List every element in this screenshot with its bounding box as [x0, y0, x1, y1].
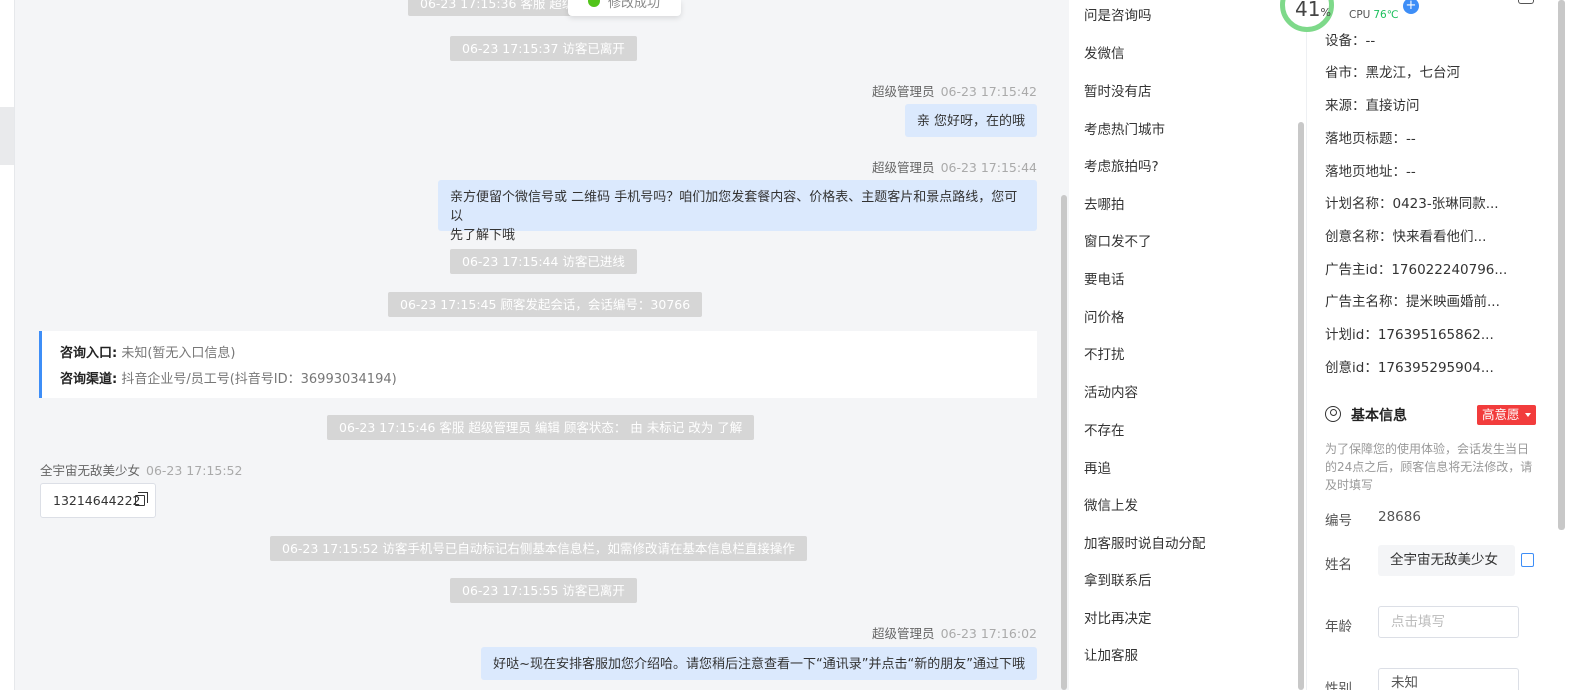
quick-reply-item[interactable]: 窗口发不了	[1084, 230, 1152, 250]
quick-reply-item[interactable]: 不打扰	[1084, 343, 1125, 363]
basic-info-note: 为了保障您的使用体验，会话发生当日的24点之后，顾客信息将无法修改，请及时填写	[1325, 442, 1533, 492]
number-label: 编号	[1325, 513, 1352, 529]
agent-message-bubble: 亲 您好呀，在的哦	[904, 104, 1037, 137]
chat-scrollbar[interactable]	[1061, 195, 1067, 690]
gender-select[interactable]: 未知	[1378, 668, 1519, 690]
gauge-percent-value: 41	[1295, 0, 1321, 21]
quick-reply-item[interactable]: 暂时没有店	[1084, 80, 1152, 100]
system-message: 06-23 17:15:37 访客已离开	[450, 36, 637, 61]
bubble-line: 先了解下哦	[450, 228, 516, 243]
name-label: 姓名	[1325, 557, 1352, 573]
quick-reply-item[interactable]: 拿到联系后	[1084, 569, 1152, 589]
info-scrollbar[interactable]	[1558, 0, 1565, 530]
sender-name: 全宇宙无敌美少女	[40, 463, 141, 478]
system-message: 06-23 17:15:52 访客手机号已自动标记右侧基本信息栏，如需修改请在基…	[270, 536, 807, 561]
intent-dropdown[interactable]: 高意愿	[1477, 405, 1536, 425]
quick-reply-item[interactable]: 不存在	[1084, 419, 1125, 439]
message-time: 06-23 17:15:42	[940, 84, 1037, 99]
success-icon	[588, 0, 600, 7]
intent-label: 高意愿	[1482, 407, 1520, 422]
sender-name: 超级管理员	[872, 626, 935, 641]
agent-meta: 超级管理员 06-23 17:15:44	[872, 157, 1037, 176]
message-time: 06-23 17:15:44	[940, 160, 1037, 175]
toast-text: 修改成功	[608, 0, 661, 11]
info-advertiser-name: 广告主名称：提米映画婚前...	[1325, 294, 1500, 310]
consult-channel-row: 咨询渠道: 抖音企业号/员工号(抖音号ID：36993034194)	[60, 367, 1019, 393]
toast: 修改成功	[568, 0, 681, 16]
info-creative-name: 创意名称：快来看看他们...	[1325, 229, 1487, 245]
info-landing-title: 落地页标题：--	[1325, 131, 1416, 147]
message-time: 06-23 17:15:52	[146, 463, 243, 478]
age-label: 年龄	[1325, 619, 1352, 635]
bubble-line: 亲方便留个微信号或 二维码 手机号吗？咱们加您发套餐内容、价格表、主题客片和景点…	[450, 190, 1018, 224]
quick-reply-item[interactable]: 要电话	[1084, 268, 1125, 288]
agent-meta: 超级管理员 06-23 17:15:42	[872, 81, 1037, 100]
info-creative-id: 创意id：176395295904...	[1325, 360, 1494, 376]
system-message: 06-23 17:15:44 访客已进线	[450, 249, 637, 274]
consult-channel-label: 咨询渠道:	[60, 372, 118, 387]
phone-number: 13214644222	[53, 493, 141, 508]
system-message: 06-23 17:15:45 顾客发起会话，会话编号：30766	[388, 292, 703, 317]
quick-reply-item[interactable]: 加客服时说自动分配	[1084, 532, 1206, 552]
gauge-percent: 41%	[1295, 0, 1331, 21]
caret-down-icon	[1525, 413, 1531, 417]
quick-reply-item[interactable]: 让加客服	[1084, 644, 1138, 664]
gender-label: 性别	[1325, 681, 1352, 690]
quick-reply-panel: 问是咨询吗 发微信 暂时没有店 考虑热门城市 考虑旅拍吗? 去哪拍 窗口发不了 …	[1069, 0, 1306, 690]
tray-icon[interactable]	[1518, 0, 1534, 4]
chat-panel: 06-23 17:15:36 客服 超级管 修改成功 06-23 17:15:3…	[15, 0, 1069, 690]
consult-entry-label: 咨询入口:	[60, 346, 118, 361]
performance-gauge[interactable]: 41%	[1280, 0, 1350, 36]
quick-reply-item[interactable]: 考虑热门城市	[1084, 118, 1165, 138]
system-message: 06-23 17:15:46 客服 超级管理员 编辑 顾客状态： 由 未标记 改…	[327, 415, 755, 440]
info-plan-name: 计划名称：0423-张琳同款...	[1325, 196, 1499, 212]
consult-channel-value: 抖音企业号/员工号(抖音号ID：36993034194)	[121, 372, 397, 387]
info-advertiser-id: 广告主id：176022240796...	[1325, 262, 1508, 278]
quick-reply-item[interactable]: 活动内容	[1084, 381, 1138, 401]
quick-reply-item[interactable]: 去哪拍	[1084, 193, 1125, 213]
visitor-info-panel: 设备：-- 省市：黑龙江，七台河 来源：直接访问 落地页标题：-- 落地页地址：…	[1307, 0, 1557, 690]
agent-message-bubble: 好哒~现在安排客服加您介绍哈。请您稍后注意查看一下“通讯录”并点击“新的朋友”通…	[481, 647, 1037, 680]
info-source: 来源：直接访问	[1325, 98, 1420, 114]
sender-name: 超级管理员	[872, 160, 935, 175]
quick-reply-item[interactable]: 问价格	[1084, 306, 1125, 326]
info-region: 省市：黑龙江，七台河	[1325, 65, 1460, 81]
consult-info-card: 咨询入口: 未知(暂无入口信息) 咨询渠道: 抖音企业号/员工号(抖音号ID：3…	[39, 331, 1037, 398]
basic-info-title: 基本信息	[1351, 408, 1407, 424]
info-plan-id: 计划id：176395165862...	[1325, 327, 1494, 343]
left-collapse-tab[interactable]	[0, 107, 14, 165]
quick-reply-item[interactable]: 再追	[1084, 457, 1111, 477]
message-time: 06-23 17:16:02	[940, 626, 1037, 641]
consult-entry-value: 未知(暂无入口信息)	[121, 346, 236, 361]
consult-entry-row: 咨询入口: 未知(暂无入口信息)	[60, 341, 1019, 367]
agent-meta: 超级管理员 06-23 17:16:02	[872, 623, 1037, 642]
cpu-temp: 76℃	[1373, 9, 1399, 21]
copy-icon[interactable]	[135, 492, 148, 506]
quick-reply-scrollbar[interactable]	[1298, 122, 1304, 690]
agent-message-bubble: 亲方便留个微信号或 二维码 手机号吗？咱们加您发套餐内容、价格表、主题客片和景点…	[438, 180, 1037, 243]
gauge-percent-unit: %	[1320, 6, 1331, 19]
left-edge	[0, 0, 15, 690]
quick-reply-item[interactable]: 考虑旅拍吗?	[1084, 155, 1159, 175]
cpu-label: CPU	[1349, 9, 1371, 21]
info-landing-url: 落地页地址：--	[1325, 164, 1416, 180]
quick-reply-item[interactable]: 发微信	[1084, 42, 1125, 62]
age-input[interactable]	[1378, 606, 1519, 638]
quick-reply-item[interactable]: 微信上发	[1084, 494, 1138, 514]
name-field[interactable]: 全宇宙无敌美少女	[1378, 545, 1515, 576]
user-icon	[1325, 406, 1341, 422]
number-value: 28686	[1378, 509, 1421, 525]
visitor-phone-message[interactable]: 13214644222	[40, 483, 156, 518]
system-message: 06-23 17:15:55 访客已离开	[450, 578, 637, 603]
visitor-meta: 全宇宙无敌美少女 06-23 17:15:52	[40, 460, 242, 479]
app-root: 06-23 17:15:36 客服 超级管 修改成功 06-23 17:15:3…	[0, 0, 1585, 690]
quick-reply-item[interactable]: 对比再决定	[1084, 607, 1152, 627]
sender-name: 超级管理员	[872, 84, 935, 99]
edit-icon[interactable]	[1521, 553, 1534, 567]
cpu-readout: CPU 76℃	[1349, 9, 1399, 21]
quick-reply-item[interactable]: 问是咨询吗	[1084, 4, 1152, 24]
